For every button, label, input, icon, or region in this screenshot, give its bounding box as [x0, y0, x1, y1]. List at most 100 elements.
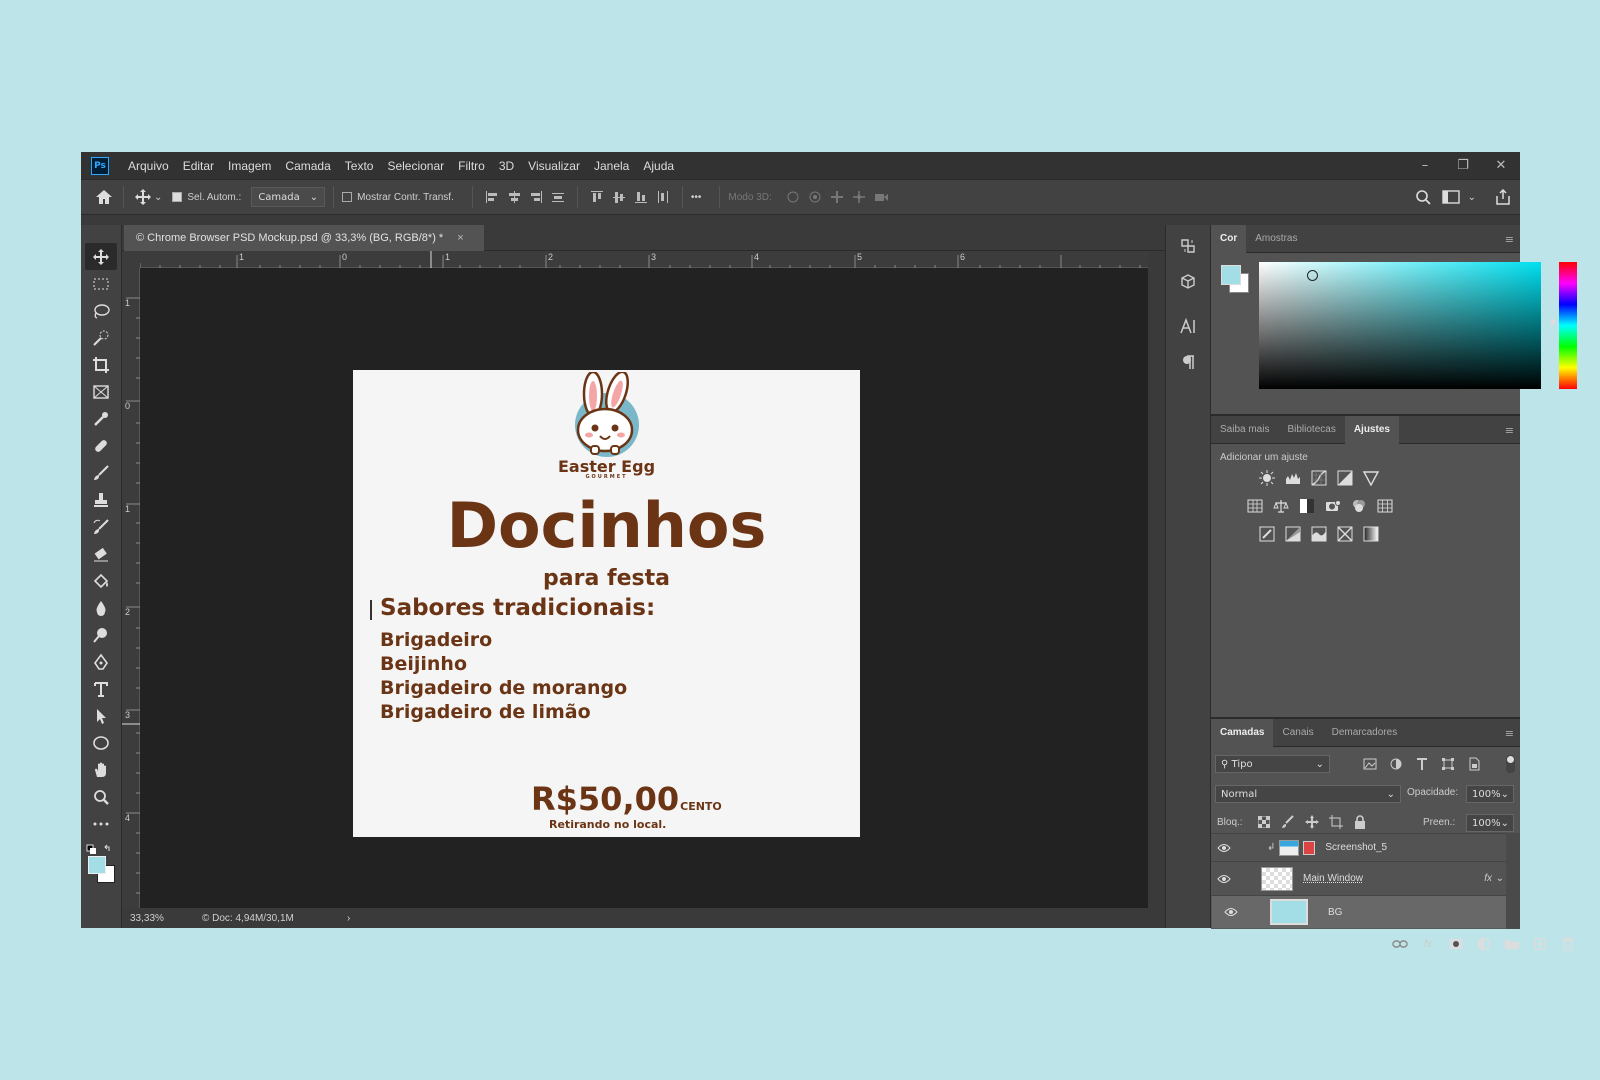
- show-transform-checkbox[interactable]: [342, 192, 353, 202]
- history-brush-tool-icon[interactable]: [85, 513, 117, 540]
- eyedropper-tool-icon[interactable]: [85, 405, 117, 432]
- color-picker-marker[interactable]: [1307, 270, 1318, 281]
- visibility-eye-icon[interactable]: [1211, 874, 1237, 884]
- layer-row[interactable]: ↲ Screenshot_5: [1211, 833, 1520, 861]
- menu-selecionar[interactable]: Selecionar: [380, 159, 451, 173]
- quick-select-tool-icon[interactable]: [85, 324, 117, 351]
- tab-canais[interactable]: Canais: [1273, 719, 1322, 747]
- exposure-icon[interactable]: [1335, 468, 1355, 488]
- artwork-canvas[interactable]: Easter Egg GOURMET Docinhos para festa S…: [353, 370, 860, 837]
- ruler-origin[interactable]: [122, 251, 140, 268]
- ellipse-tool-icon[interactable]: [85, 729, 117, 756]
- menu-arquivo[interactable]: Arquivo: [121, 159, 176, 173]
- hue-slider-handle-icon[interactable]: [1551, 318, 1557, 326]
- menu-imagem[interactable]: Imagem: [221, 159, 278, 173]
- align-middle-icon[interactable]: [608, 186, 630, 208]
- pen-tool-icon[interactable]: [85, 648, 117, 675]
- delete-layer-icon[interactable]: [1559, 935, 1577, 953]
- align-left-icon[interactable]: [481, 186, 503, 208]
- distribute-icon[interactable]: [547, 186, 569, 208]
- move-tool-icon[interactable]: [85, 243, 117, 270]
- hand-tool-icon[interactable]: [85, 756, 117, 783]
- layer-name[interactable]: BG: [1328, 907, 1342, 918]
- orbit-3d-icon[interactable]: [782, 186, 804, 208]
- menu-texto[interactable]: Texto: [338, 159, 381, 173]
- align-right-icon[interactable]: [525, 186, 547, 208]
- gradient-map-icon[interactable]: [1361, 524, 1381, 544]
- layer-row[interactable]: Main Window fx ⌄: [1211, 861, 1520, 895]
- photo-filter-icon[interactable]: [1323, 496, 1343, 516]
- link-layers-icon[interactable]: [1391, 935, 1409, 953]
- search-icon[interactable]: [1412, 186, 1434, 208]
- zoom-level[interactable]: 33,33%: [122, 913, 202, 924]
- document-tab[interactable]: © Chrome Browser PSD Mockup.psd @ 33,3% …: [124, 225, 484, 251]
- fill-input[interactable]: 100% ⌄: [1466, 814, 1514, 832]
- clone-stamp-tool-icon[interactable]: [85, 486, 117, 513]
- menu-janela[interactable]: Janela: [587, 159, 636, 173]
- close-button[interactable]: ✕: [1482, 152, 1520, 179]
- horizontal-ruler[interactable]: 1 0 1 2 3 4 5 6: [140, 251, 1148, 268]
- menu-ajuda[interactable]: Ajuda: [636, 159, 681, 173]
- brush-tool-icon[interactable]: [85, 459, 117, 486]
- panel-menu-icon[interactable]: ≡: [1505, 424, 1514, 437]
- lock-position-icon[interactable]: [1303, 813, 1321, 831]
- color-lookup-icon[interactable]: [1375, 496, 1395, 516]
- tab-ajustes[interactable]: Ajustes: [1344, 415, 1399, 444]
- type-tool-icon[interactable]: [85, 675, 117, 702]
- blend-mode-dropdown[interactable]: Normal ⌄: [1215, 785, 1401, 803]
- close-tab-icon[interactable]: ×: [457, 232, 463, 244]
- marquee-tool-icon[interactable]: [85, 270, 117, 297]
- add-layer-style-icon[interactable]: fx: [1419, 935, 1437, 953]
- more-options-button[interactable]: •••: [691, 192, 702, 203]
- black-white-icon[interactable]: [1297, 496, 1317, 516]
- home-icon[interactable]: [93, 186, 115, 208]
- lock-artboard-icon[interactable]: [1327, 813, 1345, 831]
- restore-button[interactable]: ❐: [1444, 152, 1482, 179]
- eraser-tool-icon[interactable]: [85, 540, 117, 567]
- crop-tool-icon[interactable]: [85, 351, 117, 378]
- paragraph-panel-icon[interactable]: [1173, 347, 1203, 377]
- align-center-h-icon[interactable]: [503, 186, 525, 208]
- color-balance-icon[interactable]: [1271, 496, 1291, 516]
- tab-camadas[interactable]: Camadas: [1211, 718, 1274, 747]
- color-field[interactable]: [1259, 262, 1541, 389]
- tab-demarcadores[interactable]: Demarcadores: [1323, 719, 1407, 747]
- blur-tool-icon[interactable]: [85, 594, 117, 621]
- character-panel-icon[interactable]: [1173, 311, 1203, 341]
- zoom-tool-icon[interactable]: [85, 783, 117, 810]
- lock-transparent-icon[interactable]: [1255, 813, 1273, 831]
- layer-filter-dropdown[interactable]: ⚲ Tipo ⌄: [1215, 755, 1330, 773]
- layer-effects-icon[interactable]: fx: [1484, 873, 1492, 884]
- minimize-button[interactable]: –: [1406, 152, 1444, 179]
- threshold-icon[interactable]: [1309, 524, 1329, 544]
- distribute-vertical-icon[interactable]: [652, 186, 674, 208]
- menu-visualizar[interactable]: Visualizar: [521, 159, 587, 173]
- menu-3d[interactable]: 3D: [492, 159, 521, 173]
- levels-icon[interactable]: [1283, 468, 1303, 488]
- menu-editar[interactable]: Editar: [176, 159, 221, 173]
- type-layer-filter-icon[interactable]: [1413, 755, 1431, 773]
- layer-row[interactable]: BG: [1211, 895, 1520, 929]
- new-group-icon[interactable]: [1503, 935, 1521, 953]
- new-layer-icon[interactable]: [1531, 935, 1549, 953]
- opacity-input[interactable]: 100% ⌄: [1466, 785, 1514, 803]
- tab-amostras[interactable]: Amostras: [1246, 225, 1306, 253]
- roll-3d-icon[interactable]: [804, 186, 826, 208]
- invert-icon[interactable]: [1257, 524, 1277, 544]
- pixel-layer-filter-icon[interactable]: [1361, 755, 1379, 773]
- layer-name[interactable]: Main Window: [1303, 873, 1363, 884]
- workspace-icon[interactable]: [1440, 186, 1462, 208]
- layer-name[interactable]: Screenshot_5: [1325, 842, 1387, 853]
- frame-tool-icon[interactable]: [85, 378, 117, 405]
- dodge-tool-icon[interactable]: [85, 621, 117, 648]
- pan-3d-icon[interactable]: [826, 186, 848, 208]
- 3d-panel-icon[interactable]: [1173, 267, 1203, 297]
- smart-object-filter-icon[interactable]: [1465, 755, 1483, 773]
- visibility-eye-icon[interactable]: [1211, 843, 1237, 853]
- tab-cor[interactable]: Cor: [1211, 224, 1247, 253]
- lasso-tool-icon[interactable]: [85, 297, 117, 324]
- align-top-icon[interactable]: [586, 186, 608, 208]
- layers-scrollbar[interactable]: [1506, 833, 1520, 929]
- panel-menu-icon[interactable]: ≡: [1505, 727, 1514, 740]
- path-selection-tool-icon[interactable]: [85, 702, 117, 729]
